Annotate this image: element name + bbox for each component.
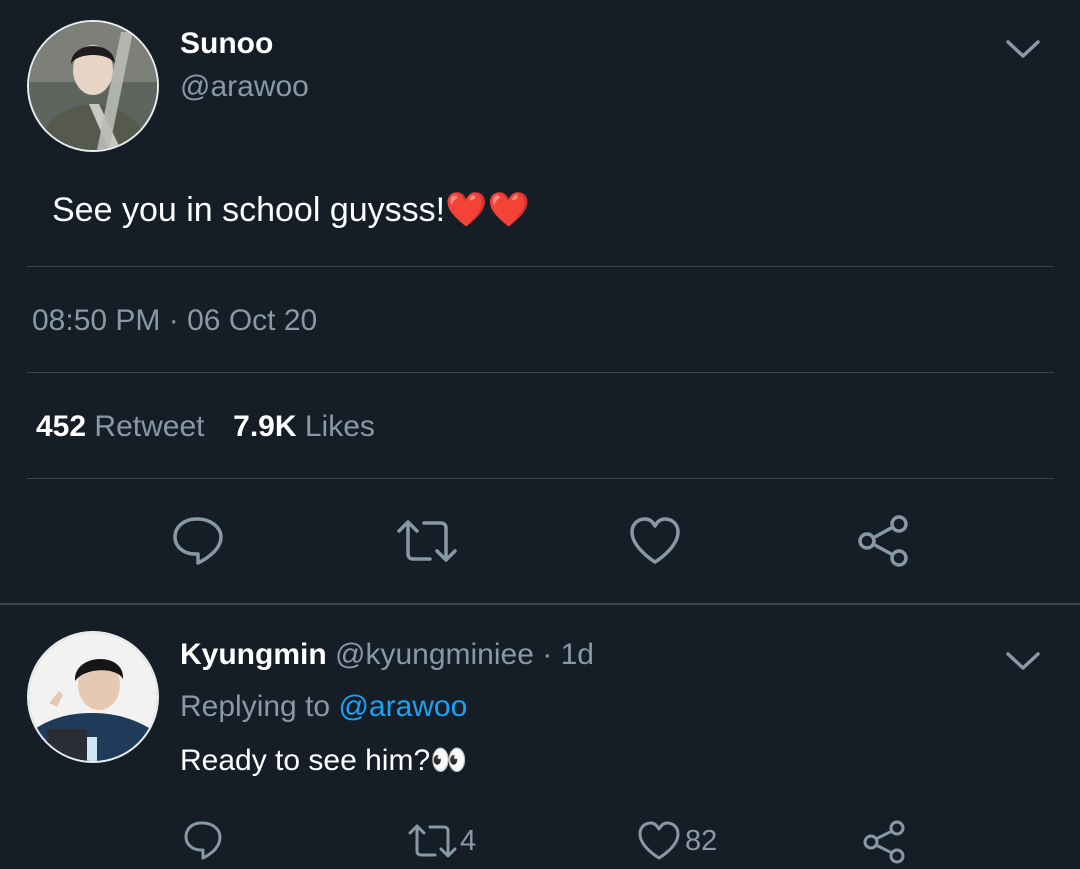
reply-like-action[interactable]: 82 — [637, 820, 717, 862]
replying-to-label: Replying to — [180, 690, 331, 723]
reply-like-count: 82 — [685, 824, 718, 857]
reply-retweet-count: 4 — [460, 824, 477, 857]
reply-separator: · — [542, 638, 553, 671]
reply-age: 1d — [560, 638, 594, 671]
eyes-emoji-icon: 👀 — [430, 744, 468, 777]
like-stat[interactable]: 7.9K Likes — [233, 410, 375, 443]
divider — [27, 372, 1054, 373]
like-icon[interactable] — [628, 516, 682, 566]
reply-retweet-action[interactable]: 4 — [408, 822, 476, 860]
author-handle[interactable]: @arawoo — [180, 70, 309, 104]
avatar-image — [29, 633, 157, 761]
divider — [27, 266, 1054, 267]
retweet-label: Retweet — [94, 410, 205, 443]
share-icon[interactable] — [862, 820, 906, 864]
reply-text: Ready to see him?👀 — [180, 743, 468, 778]
retweet-icon — [408, 822, 458, 860]
retweet-stat[interactable]: 452 Retweet — [36, 410, 213, 443]
section-divider — [0, 603, 1080, 605]
share-icon[interactable] — [856, 514, 910, 568]
heart-emoji-icon: ❤️❤️ — [445, 191, 530, 229]
reply-text-body: Ready to see him? — [180, 744, 431, 777]
reply-author-handle[interactable]: @kyungminiee — [335, 638, 534, 671]
like-icon — [637, 820, 681, 862]
replying-to-handle[interactable]: @arawoo — [338, 690, 467, 723]
like-label: Likes — [304, 410, 375, 443]
timestamp-separator: · — [168, 304, 179, 337]
reply-header: Kyungmin @kyungminiee · 1d — [180, 638, 594, 672]
engagement-stats: 452 Retweet 7.9K Likes — [36, 410, 375, 444]
reply-icon[interactable] — [183, 820, 223, 862]
chevron-down-icon[interactable] — [1005, 38, 1041, 60]
tweet-date: 06 Oct 20 — [187, 304, 318, 337]
reply-author-name[interactable]: Kyungmin — [180, 638, 327, 671]
tweet-text: See you in school guysss!❤️❤️ — [52, 190, 530, 230]
tweet-time: 08:50 PM — [32, 304, 161, 337]
avatar-sunoo[interactable] — [27, 20, 159, 152]
tweet-text-body: See you in school guysss! — [52, 191, 446, 229]
reply-icon[interactable] — [172, 515, 224, 567]
chevron-down-icon[interactable] — [1005, 650, 1041, 672]
like-count: 7.9K — [233, 410, 297, 443]
avatar-image — [29, 22, 157, 150]
retweet-icon[interactable] — [396, 518, 458, 564]
replying-to: Replying to @arawoo — [180, 690, 467, 724]
retweet-count: 452 — [36, 410, 87, 443]
avatar-kyungmin[interactable] — [27, 631, 159, 763]
tweet-timestamp: 08:50 PM · 06 Oct 20 — [32, 304, 317, 338]
author-name[interactable]: Sunoo — [180, 27, 273, 61]
divider — [27, 478, 1054, 479]
